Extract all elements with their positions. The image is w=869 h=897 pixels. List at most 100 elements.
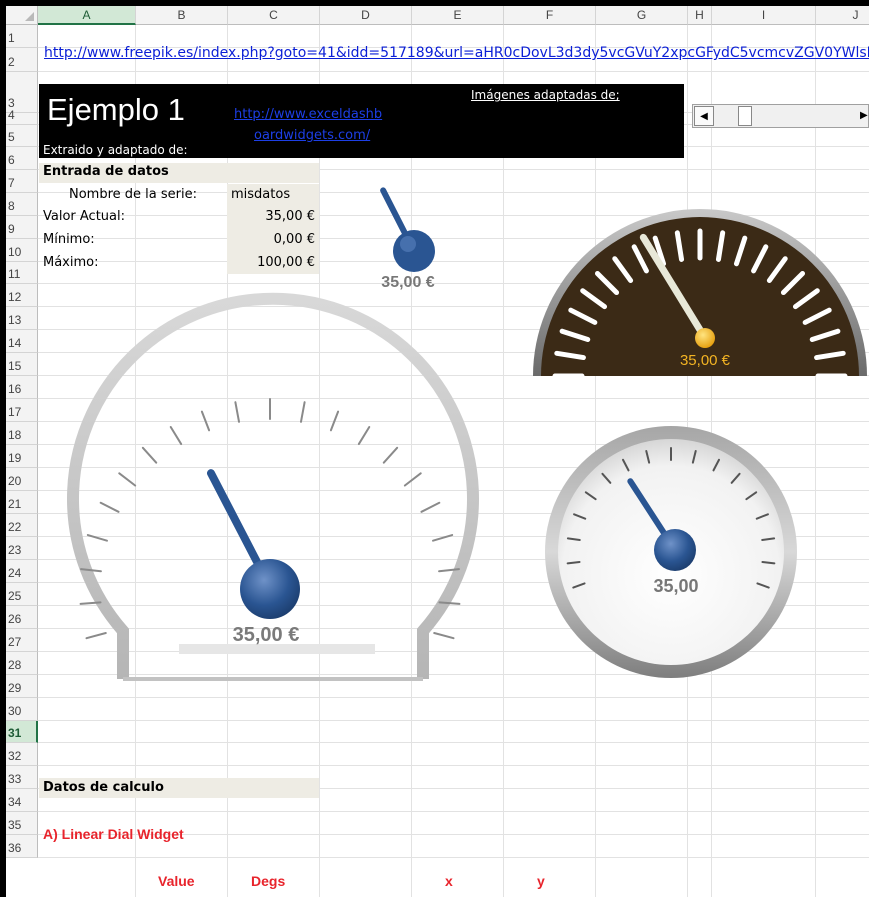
row-header-1[interactable]: 1 bbox=[6, 25, 38, 48]
row-header-19[interactable]: 19 bbox=[6, 445, 38, 468]
maximum-value-cell[interactable]: 100,00 € bbox=[257, 255, 315, 270]
small-gauge-label: 35,00 € bbox=[381, 274, 434, 291]
column-header-a[interactable]: A bbox=[38, 6, 136, 25]
series-name-label: Nombre de la serie: bbox=[69, 187, 197, 202]
row-header-34[interactable]: 34 bbox=[6, 789, 38, 812]
row-header-35[interactable]: 35 bbox=[6, 812, 38, 835]
small-needle-gauge: 35,00 € bbox=[380, 187, 435, 291]
large-gauge-rim bbox=[67, 292, 479, 679]
extracted-label: Extraido y adaptado de: bbox=[43, 143, 188, 157]
series-name-value[interactable]: misdatos bbox=[231, 187, 290, 202]
row-header-18[interactable]: 18 bbox=[6, 422, 38, 445]
gridline-horizontal bbox=[38, 742, 869, 743]
large-gauge-label: 35,00 € bbox=[233, 624, 300, 646]
column-header-e[interactable]: E bbox=[412, 6, 504, 25]
gridline-horizontal bbox=[38, 71, 869, 72]
row-header-31[interactable]: 31 bbox=[6, 721, 38, 743]
scrollbar-left-button[interactable]: ◀ bbox=[694, 106, 714, 126]
current-value-cell[interactable]: 35,00 € bbox=[265, 209, 315, 224]
select-all-corner[interactable] bbox=[6, 6, 38, 25]
degs-column-label: Degs bbox=[251, 873, 286, 889]
column-header-i[interactable]: I bbox=[712, 6, 816, 25]
linear-dial-section-title: A) Linear Dial Widget bbox=[43, 826, 184, 842]
row-header-26[interactable]: 26 bbox=[6, 606, 38, 629]
column-header-d[interactable]: D bbox=[320, 6, 412, 25]
round-gauge-label: 35,00 bbox=[653, 576, 698, 596]
row-header-24[interactable]: 24 bbox=[6, 560, 38, 583]
column-header-g[interactable]: G bbox=[596, 6, 688, 25]
gridline-horizontal bbox=[38, 720, 869, 721]
row-header-21[interactable]: 21 bbox=[6, 491, 38, 514]
row-header-9[interactable]: 9 bbox=[6, 216, 38, 239]
row-header-27[interactable]: 27 bbox=[6, 629, 38, 652]
row-header-33[interactable]: 33 bbox=[6, 766, 38, 789]
row-header-29[interactable]: 29 bbox=[6, 675, 38, 698]
minimum-label: Mínimo: bbox=[43, 232, 95, 247]
arrow-right-icon: ▶ bbox=[860, 110, 868, 121]
row-header-7[interactable]: 7 bbox=[6, 170, 38, 193]
row-header-6[interactable]: 6 bbox=[6, 147, 38, 170]
scrollbar-right-button[interactable]: ▶ bbox=[860, 106, 868, 126]
value-column-label: Value bbox=[158, 873, 195, 889]
row-header-28[interactable]: 28 bbox=[6, 652, 38, 675]
large-gauge-tick bbox=[118, 472, 137, 487]
spreadsheet-window: ABCDEFGHIJ 1 2 3 4 5 6 7 8 9 10 11 12 13 14 15 16 17 18 19… bbox=[6, 6, 869, 897]
large-speedometer-gauge: 35,00 € bbox=[67, 292, 479, 681]
large-gauge-hub bbox=[240, 559, 300, 619]
value-scrollbar[interactable]: ◀ ▶ bbox=[692, 104, 869, 128]
round-clock-gauge: 35,00 bbox=[545, 426, 797, 678]
row-header-22[interactable]: 22 bbox=[6, 514, 38, 537]
large-gauge-tick bbox=[433, 631, 455, 640]
small-gauge-hub bbox=[393, 230, 435, 272]
column-header-j[interactable]: J bbox=[816, 6, 869, 25]
large-gauge-tick bbox=[141, 446, 158, 464]
large-gauge-tick bbox=[234, 401, 241, 423]
row-header-10[interactable]: 10 bbox=[6, 239, 38, 262]
row-header-15[interactable]: 15 bbox=[6, 353, 38, 376]
calc-section-header: Datos de calculo bbox=[43, 780, 164, 795]
scrollbar-thumb[interactable] bbox=[738, 106, 753, 126]
column-header-b[interactable]: B bbox=[136, 6, 228, 25]
row-header-36[interactable]: 36 bbox=[6, 835, 38, 858]
images-adapted-label: Imágenes adaptadas de; bbox=[471, 88, 620, 102]
row-header-32[interactable]: 32 bbox=[6, 743, 38, 766]
round-gauge-tick bbox=[761, 561, 776, 565]
column-header-f[interactable]: F bbox=[504, 6, 596, 25]
row-header-8[interactable]: 8 bbox=[6, 193, 38, 216]
minimum-value-cell[interactable]: 0,00 € bbox=[274, 232, 315, 247]
row-header-20[interactable]: 20 bbox=[6, 468, 38, 491]
round-gauge-hub bbox=[654, 529, 696, 571]
exceldashboard-link-line2[interactable]: oardwidgets.com/ bbox=[254, 128, 370, 143]
row-header-25[interactable]: 25 bbox=[6, 583, 38, 606]
row-header-5[interactable]: 5 bbox=[6, 125, 38, 147]
row-header-12[interactable]: 12 bbox=[6, 284, 38, 307]
row-header-4[interactable]: 4 bbox=[6, 108, 38, 125]
gridline-horizontal bbox=[38, 857, 869, 858]
row-header-11[interactable]: 11 bbox=[6, 262, 38, 284]
y-column-label: y bbox=[537, 873, 545, 889]
input-section-header: Entrada de datos bbox=[43, 164, 169, 179]
row-header-3[interactable]: 3 bbox=[6, 72, 38, 113]
row-header-13[interactable]: 13 bbox=[6, 307, 38, 330]
example-title: Ejemplo 1 bbox=[47, 92, 185, 127]
exceldashboard-link-line1[interactable]: http://www.exceldashb bbox=[234, 107, 382, 122]
dark-gauge-label: 35,00 € bbox=[680, 352, 731, 369]
large-gauge-tick bbox=[403, 472, 422, 487]
row-header-14[interactable]: 14 bbox=[6, 330, 38, 353]
large-gauge-tick bbox=[169, 425, 183, 446]
gridline-vertical bbox=[815, 25, 816, 897]
large-gauge-tick bbox=[200, 410, 211, 432]
row-header-17[interactable]: 17 bbox=[6, 399, 38, 422]
large-gauge-tick bbox=[382, 446, 399, 464]
freepik-link[interactable]: http://www.freepik.es/index.php?goto=41&… bbox=[44, 45, 869, 61]
row-header-16[interactable]: 16 bbox=[6, 376, 38, 399]
large-gauge-tick bbox=[299, 401, 306, 423]
row-header-2[interactable]: 2 bbox=[6, 48, 38, 72]
row-header-23[interactable]: 23 bbox=[6, 537, 38, 560]
current-value-label: Valor Actual: bbox=[43, 209, 125, 224]
row-header-30[interactable]: 30 bbox=[6, 698, 38, 721]
column-header-c[interactable]: C bbox=[228, 6, 320, 25]
gridline-horizontal bbox=[38, 811, 869, 812]
dark-speedometer-gauge: 35,00 € bbox=[533, 209, 867, 379]
column-header-h[interactable]: H bbox=[688, 6, 712, 25]
